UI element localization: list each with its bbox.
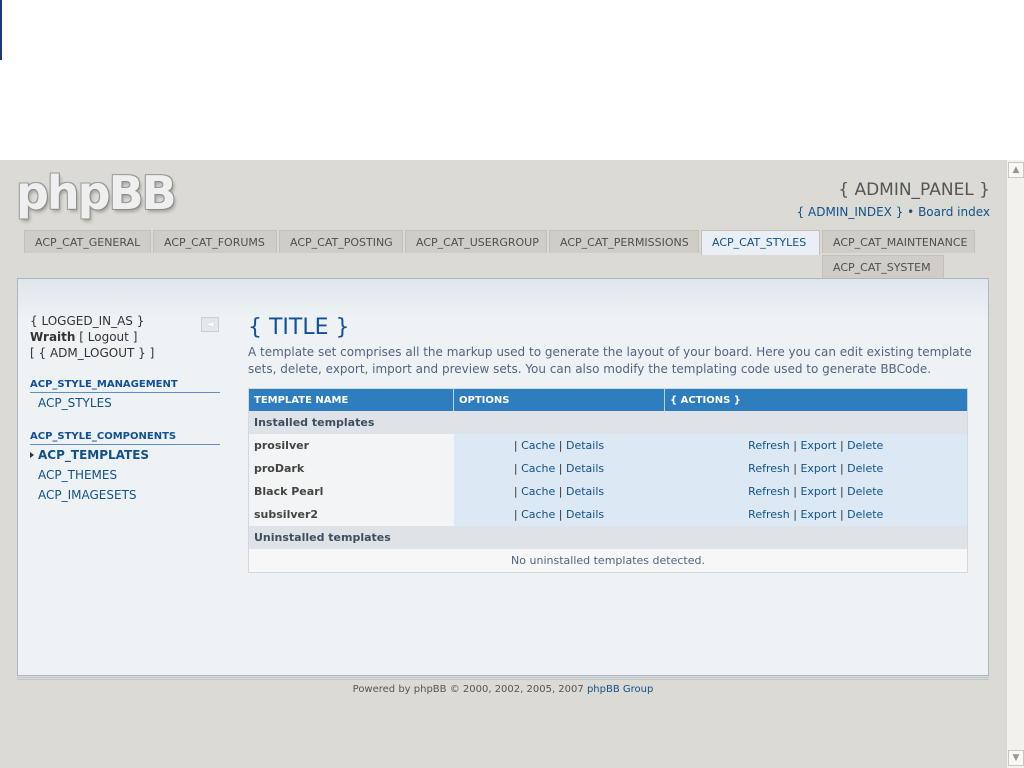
header-template-name: TEMPLATE NAME [248, 388, 454, 411]
no-uninstalled-message: No uninstalled templates detected. [248, 549, 968, 573]
header-actions: { ACTIONS } [664, 388, 968, 411]
logged-in-as: { LOGGED_IN_AS } [30, 314, 145, 328]
menu-item-imagesets[interactable]: ACP_IMAGESETS [30, 485, 220, 505]
tab-usergroup[interactable]: ACP_CAT_USERGROUP [405, 230, 547, 253]
template-options: | Cache | Details [453, 457, 665, 480]
template-options: | Cache | Details [453, 434, 665, 457]
uninstalled-group-row: Uninstalled templates [248, 526, 968, 549]
delete-link[interactable]: Delete [847, 462, 883, 475]
logout-bracket-close: ] [132, 330, 138, 344]
menu-item-themes[interactable]: ACP_THEMES [30, 465, 220, 485]
page-title: { TITLE } [248, 315, 350, 340]
tab-maintenance[interactable]: ACP_CAT_MAINTENANCE [822, 230, 975, 253]
refresh-link[interactable]: Refresh [748, 485, 790, 498]
delete-link[interactable]: Delete [847, 485, 883, 498]
templates-table: TEMPLATE NAME OPTIONS { ACTIONS } Instal… [248, 388, 968, 573]
template-actions: Refresh | Export | Delete [664, 434, 968, 457]
adm-logout-bracket-open: [ [30, 346, 35, 360]
window-edge [0, 0, 2, 60]
refresh-link[interactable]: Refresh [748, 508, 790, 521]
delete-link[interactable]: Delete [847, 439, 883, 452]
export-link[interactable]: Export [800, 439, 836, 452]
template-name: subsilver2 [248, 503, 454, 526]
details-link[interactable]: Details [566, 462, 604, 475]
cache-link[interactable]: Cache [521, 485, 555, 498]
delete-link[interactable]: Delete [847, 508, 883, 521]
cache-link[interactable]: Cache [521, 462, 555, 475]
empty-row: No uninstalled templates detected. [248, 549, 968, 573]
adm-logout-link[interactable]: { ADM_LOGOUT } [39, 346, 146, 360]
template-name: prosilver [248, 434, 454, 457]
refresh-link[interactable]: Refresh [748, 462, 790, 475]
tab-system[interactable]: ACP_CAT_SYSTEM [822, 255, 944, 278]
user-line: Wraith [ Logout ] [30, 329, 220, 345]
refresh-link[interactable]: Refresh [748, 439, 790, 452]
table-row: subsilver2 | Cache | Details Refresh | E… [248, 503, 968, 526]
main-content: { TITLE } A template set comprises all t… [248, 315, 972, 573]
template-options: | Cache | Details [453, 503, 665, 526]
username: Wraith [30, 330, 76, 344]
export-link[interactable]: Export [800, 508, 836, 521]
export-link[interactable]: Export [800, 485, 836, 498]
tab-general[interactable]: ACP_CAT_GENERAL [24, 230, 151, 253]
vertical-scrollbar[interactable]: ▲ ▼ [1006, 160, 1024, 768]
adm-logout-line: [ { ADM_LOGOUT } ] [30, 345, 220, 361]
details-link[interactable]: Details [566, 508, 604, 521]
template-options: | Cache | Details [453, 480, 665, 503]
uninstalled-templates-label: Uninstalled templates [248, 526, 968, 549]
installed-templates-label: Installed templates [248, 411, 968, 434]
sidebar-menu: { LOGGED_IN_AS } Wraith [ Logout ] [ { A… [30, 313, 220, 505]
main-panel: { LOGGED_IN_AS } Wraith [ Logout ] [ { A… [17, 278, 989, 676]
admin-index-link[interactable]: { ADMIN_INDEX } [797, 205, 904, 219]
bullet-separator: • [907, 205, 915, 219]
logout-bracket-open: [ [79, 330, 84, 344]
admin-links: { ADMIN_INDEX } • Board index [797, 205, 990, 219]
menu-item-styles[interactable]: ACP_STYLES [30, 393, 220, 413]
table-header-row: TEMPLATE NAME OPTIONS { ACTIONS } [248, 388, 968, 411]
footer-divider [17, 677, 989, 680]
phpbb-logo: phpBB [16, 166, 177, 220]
installed-group-row: Installed templates [248, 411, 968, 434]
tab-styles[interactable]: ACP_CAT_STYLES [701, 230, 820, 255]
section-style-management: ACP_STYLE_MANAGEMENT [30, 379, 220, 393]
acp-page: phpBB { ADMIN_PANEL } { ADMIN_INDEX } • … [0, 160, 1006, 768]
blank-area [0, 0, 1006, 160]
template-actions: Refresh | Export | Delete [664, 457, 968, 480]
footer: Powered by phpBB © 2000, 2002, 2005, 200… [0, 684, 1006, 695]
tab-permissions[interactable]: ACP_CAT_PERMISSIONS [549, 230, 699, 253]
template-name: Black Pearl [248, 480, 454, 503]
scroll-down-icon[interactable]: ▼ [1008, 750, 1024, 766]
adm-logout-bracket-close: ] [149, 346, 155, 360]
table-row: proDark | Cache | Details Refresh | Expo… [248, 457, 968, 480]
menu-item-templates[interactable]: ACP_TEMPLATES [30, 445, 220, 465]
template-actions: Refresh | Export | Delete [664, 480, 968, 503]
phpbb-group-link[interactable]: phpBB Group [587, 684, 653, 695]
board-index-link[interactable]: Board index [918, 205, 990, 219]
template-name: proDark [248, 457, 454, 480]
header-options: OPTIONS [453, 388, 665, 411]
section-style-components: ACP_STYLE_COMPONENTS [30, 431, 220, 445]
logout-link[interactable]: Logout [88, 330, 129, 344]
table-row: prosilver | Cache | Details Refresh | Ex… [248, 434, 968, 457]
template-actions: Refresh | Export | Delete [664, 503, 968, 526]
scroll-up-icon[interactable]: ▲ [1008, 162, 1024, 178]
table-row: Black Pearl | Cache | Details Refresh | … [248, 480, 968, 503]
collapse-arrow-icon: ◄ [206, 319, 214, 330]
cache-link[interactable]: Cache [521, 439, 555, 452]
details-link[interactable]: Details [566, 439, 604, 452]
footer-text: Powered by phpBB © 2000, 2002, 2005, 200… [352, 684, 584, 695]
admin-panel-title: { ADMIN_PANEL } [838, 180, 990, 200]
page-description: A template set comprises all the markup … [248, 345, 972, 376]
details-link[interactable]: Details [566, 485, 604, 498]
export-link[interactable]: Export [800, 462, 836, 475]
tab-posting[interactable]: ACP_CAT_POSTING [279, 230, 403, 253]
cache-link[interactable]: Cache [521, 508, 555, 521]
collapse-menu-button[interactable]: ◄ [201, 317, 219, 332]
tab-forums[interactable]: ACP_CAT_FORUMS [153, 230, 277, 253]
